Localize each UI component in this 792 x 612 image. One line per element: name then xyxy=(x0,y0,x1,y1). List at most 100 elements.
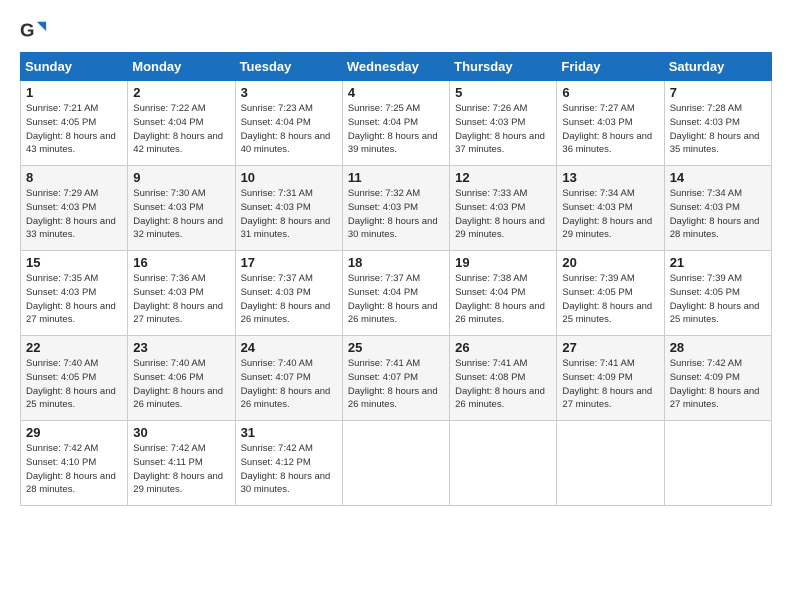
calendar-cell: 14 Sunrise: 7:34 AMSunset: 4:03 PMDaylig… xyxy=(664,166,771,251)
header: G xyxy=(20,18,772,46)
day-number: 12 xyxy=(455,170,551,185)
calendar-cell: 16 Sunrise: 7:36 AMSunset: 4:03 PMDaylig… xyxy=(128,251,235,336)
day-info: Sunrise: 7:26 AMSunset: 4:03 PMDaylight:… xyxy=(455,103,545,155)
weekday-header: Saturday xyxy=(664,53,771,81)
calendar-cell xyxy=(342,421,449,506)
day-info: Sunrise: 7:30 AMSunset: 4:03 PMDaylight:… xyxy=(133,188,223,240)
day-number: 25 xyxy=(348,340,444,355)
day-info: Sunrise: 7:40 AMSunset: 4:06 PMDaylight:… xyxy=(133,358,223,410)
calendar-cell: 13 Sunrise: 7:34 AMSunset: 4:03 PMDaylig… xyxy=(557,166,664,251)
day-info: Sunrise: 7:25 AMSunset: 4:04 PMDaylight:… xyxy=(348,103,438,155)
calendar-cell: 21 Sunrise: 7:39 AMSunset: 4:05 PMDaylig… xyxy=(664,251,771,336)
day-info: Sunrise: 7:23 AMSunset: 4:04 PMDaylight:… xyxy=(241,103,331,155)
svg-text:G: G xyxy=(20,20,35,41)
day-info: Sunrise: 7:33 AMSunset: 4:03 PMDaylight:… xyxy=(455,188,545,240)
calendar-cell: 22 Sunrise: 7:40 AMSunset: 4:05 PMDaylig… xyxy=(21,336,128,421)
calendar-cell: 8 Sunrise: 7:29 AMSunset: 4:03 PMDayligh… xyxy=(21,166,128,251)
calendar-week-row: 8 Sunrise: 7:29 AMSunset: 4:03 PMDayligh… xyxy=(21,166,772,251)
day-number: 7 xyxy=(670,85,766,100)
day-number: 15 xyxy=(26,255,122,270)
weekday-header: Thursday xyxy=(450,53,557,81)
day-info: Sunrise: 7:36 AMSunset: 4:03 PMDaylight:… xyxy=(133,273,223,325)
day-number: 9 xyxy=(133,170,229,185)
day-info: Sunrise: 7:39 AMSunset: 4:05 PMDaylight:… xyxy=(670,273,760,325)
day-number: 1 xyxy=(26,85,122,100)
calendar-cell: 11 Sunrise: 7:32 AMSunset: 4:03 PMDaylig… xyxy=(342,166,449,251)
day-info: Sunrise: 7:42 AMSunset: 4:09 PMDaylight:… xyxy=(670,358,760,410)
calendar-cell: 3 Sunrise: 7:23 AMSunset: 4:04 PMDayligh… xyxy=(235,81,342,166)
day-number: 11 xyxy=(348,170,444,185)
day-number: 30 xyxy=(133,425,229,440)
day-info: Sunrise: 7:32 AMSunset: 4:03 PMDaylight:… xyxy=(348,188,438,240)
day-number: 16 xyxy=(133,255,229,270)
calendar-cell: 9 Sunrise: 7:30 AMSunset: 4:03 PMDayligh… xyxy=(128,166,235,251)
calendar-cell: 24 Sunrise: 7:40 AMSunset: 4:07 PMDaylig… xyxy=(235,336,342,421)
day-info: Sunrise: 7:37 AMSunset: 4:03 PMDaylight:… xyxy=(241,273,331,325)
calendar-cell: 5 Sunrise: 7:26 AMSunset: 4:03 PMDayligh… xyxy=(450,81,557,166)
day-info: Sunrise: 7:41 AMSunset: 4:07 PMDaylight:… xyxy=(348,358,438,410)
weekday-header: Sunday xyxy=(21,53,128,81)
calendar-cell: 12 Sunrise: 7:33 AMSunset: 4:03 PMDaylig… xyxy=(450,166,557,251)
day-number: 3 xyxy=(241,85,337,100)
calendar-week-row: 29 Sunrise: 7:42 AMSunset: 4:10 PMDaylig… xyxy=(21,421,772,506)
day-number: 14 xyxy=(670,170,766,185)
day-number: 31 xyxy=(241,425,337,440)
calendar-week-row: 22 Sunrise: 7:40 AMSunset: 4:05 PMDaylig… xyxy=(21,336,772,421)
calendar-cell xyxy=(557,421,664,506)
calendar-cell xyxy=(450,421,557,506)
day-info: Sunrise: 7:37 AMSunset: 4:04 PMDaylight:… xyxy=(348,273,438,325)
day-info: Sunrise: 7:42 AMSunset: 4:11 PMDaylight:… xyxy=(133,443,223,495)
calendar-week-row: 15 Sunrise: 7:35 AMSunset: 4:03 PMDaylig… xyxy=(21,251,772,336)
weekday-header: Friday xyxy=(557,53,664,81)
day-info: Sunrise: 7:39 AMSunset: 4:05 PMDaylight:… xyxy=(562,273,652,325)
calendar-cell: 30 Sunrise: 7:42 AMSunset: 4:11 PMDaylig… xyxy=(128,421,235,506)
logo: G xyxy=(20,18,50,46)
calendar-cell: 2 Sunrise: 7:22 AMSunset: 4:04 PMDayligh… xyxy=(128,81,235,166)
day-info: Sunrise: 7:27 AMSunset: 4:03 PMDaylight:… xyxy=(562,103,652,155)
calendar-cell: 20 Sunrise: 7:39 AMSunset: 4:05 PMDaylig… xyxy=(557,251,664,336)
day-number: 19 xyxy=(455,255,551,270)
day-info: Sunrise: 7:29 AMSunset: 4:03 PMDaylight:… xyxy=(26,188,116,240)
calendar-cell: 18 Sunrise: 7:37 AMSunset: 4:04 PMDaylig… xyxy=(342,251,449,336)
calendar-week-row: 1 Sunrise: 7:21 AMSunset: 4:05 PMDayligh… xyxy=(21,81,772,166)
day-info: Sunrise: 7:40 AMSunset: 4:07 PMDaylight:… xyxy=(241,358,331,410)
day-number: 28 xyxy=(670,340,766,355)
day-number: 23 xyxy=(133,340,229,355)
calendar-cell: 1 Sunrise: 7:21 AMSunset: 4:05 PMDayligh… xyxy=(21,81,128,166)
logo-icon: G xyxy=(20,18,48,46)
calendar-cell xyxy=(664,421,771,506)
day-info: Sunrise: 7:28 AMSunset: 4:03 PMDaylight:… xyxy=(670,103,760,155)
calendar-cell: 6 Sunrise: 7:27 AMSunset: 4:03 PMDayligh… xyxy=(557,81,664,166)
weekday-header: Tuesday xyxy=(235,53,342,81)
day-number: 20 xyxy=(562,255,658,270)
calendar-cell: 29 Sunrise: 7:42 AMSunset: 4:10 PMDaylig… xyxy=(21,421,128,506)
day-info: Sunrise: 7:42 AMSunset: 4:10 PMDaylight:… xyxy=(26,443,116,495)
day-info: Sunrise: 7:42 AMSunset: 4:12 PMDaylight:… xyxy=(241,443,331,495)
day-info: Sunrise: 7:40 AMSunset: 4:05 PMDaylight:… xyxy=(26,358,116,410)
calendar-cell: 10 Sunrise: 7:31 AMSunset: 4:03 PMDaylig… xyxy=(235,166,342,251)
page: G SundayMondayTuesdayWednesdayThursdayFr… xyxy=(0,0,792,612)
calendar-cell: 19 Sunrise: 7:38 AMSunset: 4:04 PMDaylig… xyxy=(450,251,557,336)
weekday-header: Monday xyxy=(128,53,235,81)
calendar-header-row: SundayMondayTuesdayWednesdayThursdayFrid… xyxy=(21,53,772,81)
calendar-cell: 28 Sunrise: 7:42 AMSunset: 4:09 PMDaylig… xyxy=(664,336,771,421)
day-number: 10 xyxy=(241,170,337,185)
calendar-cell: 26 Sunrise: 7:41 AMSunset: 4:08 PMDaylig… xyxy=(450,336,557,421)
day-info: Sunrise: 7:35 AMSunset: 4:03 PMDaylight:… xyxy=(26,273,116,325)
day-number: 5 xyxy=(455,85,551,100)
day-info: Sunrise: 7:41 AMSunset: 4:08 PMDaylight:… xyxy=(455,358,545,410)
day-number: 24 xyxy=(241,340,337,355)
day-number: 6 xyxy=(562,85,658,100)
day-number: 18 xyxy=(348,255,444,270)
calendar-table: SundayMondayTuesdayWednesdayThursdayFrid… xyxy=(20,52,772,506)
day-number: 29 xyxy=(26,425,122,440)
day-info: Sunrise: 7:21 AMSunset: 4:05 PMDaylight:… xyxy=(26,103,116,155)
day-info: Sunrise: 7:34 AMSunset: 4:03 PMDaylight:… xyxy=(562,188,652,240)
calendar-cell: 17 Sunrise: 7:37 AMSunset: 4:03 PMDaylig… xyxy=(235,251,342,336)
calendar-cell: 15 Sunrise: 7:35 AMSunset: 4:03 PMDaylig… xyxy=(21,251,128,336)
day-info: Sunrise: 7:41 AMSunset: 4:09 PMDaylight:… xyxy=(562,358,652,410)
weekday-header: Wednesday xyxy=(342,53,449,81)
day-number: 27 xyxy=(562,340,658,355)
day-number: 2 xyxy=(133,85,229,100)
day-info: Sunrise: 7:31 AMSunset: 4:03 PMDaylight:… xyxy=(241,188,331,240)
